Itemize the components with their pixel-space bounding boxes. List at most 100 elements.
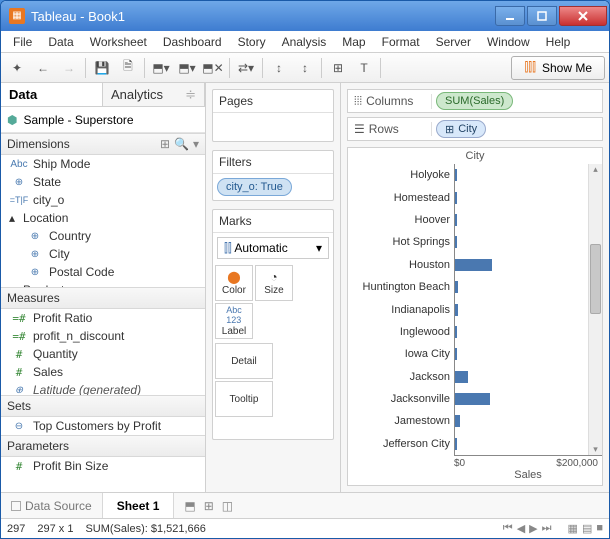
menu-data[interactable]: Data bbox=[40, 35, 81, 49]
bars-area[interactable] bbox=[454, 164, 588, 455]
bar-row[interactable] bbox=[455, 433, 588, 455]
bar[interactable] bbox=[455, 236, 457, 248]
bar-row[interactable] bbox=[455, 388, 588, 410]
rows-shelf[interactable]: ☰Rows ⊞City bbox=[347, 117, 603, 141]
search-icon[interactable]: 🔍 bbox=[174, 137, 189, 151]
param-profitbin[interactable]: #Profit Bin Size bbox=[1, 457, 205, 475]
bar-row[interactable] bbox=[455, 209, 588, 231]
bar[interactable] bbox=[455, 438, 457, 450]
row-label[interactable]: Homestead bbox=[348, 186, 454, 208]
view-full-icon[interactable]: ■ bbox=[596, 522, 603, 535]
bar-row[interactable] bbox=[455, 276, 588, 298]
view-data-icon[interactable]: ⊞ bbox=[160, 137, 170, 151]
nav-last-icon[interactable]: ⏭ bbox=[542, 522, 552, 535]
filter-pill-cityo[interactable]: city_o: True bbox=[217, 178, 292, 196]
new-dashboard-icon[interactable]: ⊞ bbox=[204, 499, 214, 513]
menu-analysis[interactable]: Analysis bbox=[274, 35, 335, 49]
meas-pnd[interactable]: =#profit_n_discount bbox=[1, 327, 205, 345]
titlebar[interactable]: ▦ Tableau - Book1 bbox=[1, 1, 609, 31]
menu-icon[interactable]: ▾ bbox=[193, 137, 199, 151]
dim-location[interactable]: ▴Location bbox=[1, 209, 205, 227]
logo-icon[interactable]: ✦ bbox=[5, 56, 29, 80]
bar-row[interactable] bbox=[455, 164, 588, 186]
dim-cityo[interactable]: =T|Fcity_o bbox=[1, 191, 205, 209]
columns-pill-sumsales[interactable]: SUM(Sales) bbox=[436, 92, 513, 110]
row-label[interactable]: Inglewood bbox=[348, 321, 454, 343]
row-label[interactable]: Jacksonville bbox=[348, 388, 454, 410]
menu-file[interactable]: File bbox=[5, 35, 40, 49]
menu-map[interactable]: Map bbox=[334, 35, 373, 49]
forward-button[interactable]: → bbox=[57, 56, 81, 80]
row-label[interactable]: Jefferson City bbox=[348, 433, 454, 455]
row-label[interactable]: Hoover bbox=[348, 209, 454, 231]
back-button[interactable]: ← bbox=[31, 56, 55, 80]
bar-row[interactable] bbox=[455, 231, 588, 253]
mark-type-dropdown[interactable]: ⫿⫿ Automatic▾ bbox=[217, 237, 329, 259]
minimize-button[interactable] bbox=[495, 6, 525, 26]
label-button[interactable]: T bbox=[352, 56, 376, 80]
new-worksheet-button[interactable]: ⬒▾ bbox=[149, 56, 173, 80]
bar-row[interactable] bbox=[455, 410, 588, 432]
group-button[interactable]: ⊞ bbox=[326, 56, 350, 80]
row-label[interactable]: Holyoke bbox=[348, 164, 454, 186]
mark-color[interactable]: ⬤Color bbox=[215, 265, 253, 301]
menu-server[interactable]: Server bbox=[428, 35, 479, 49]
menu-worksheet[interactable]: Worksheet bbox=[82, 35, 155, 49]
vertical-scrollbar[interactable]: ▴ ▾ bbox=[588, 164, 602, 455]
bar[interactable] bbox=[455, 304, 458, 316]
bar[interactable] bbox=[455, 371, 468, 383]
scroll-thumb[interactable] bbox=[590, 244, 601, 314]
meas-latitude[interactable]: ⊕Latitude (generated) bbox=[1, 381, 205, 395]
duplicate-button[interactable]: ⬒▾ bbox=[175, 56, 199, 80]
row-label[interactable]: Houston bbox=[348, 254, 454, 276]
view-grid-icon[interactable]: ▦ bbox=[568, 522, 578, 535]
new-worksheet-icon[interactable]: ⬒ bbox=[184, 499, 195, 513]
row-label[interactable]: Huntington Beach bbox=[348, 276, 454, 298]
datasource-tab[interactable]: Data Source bbox=[1, 493, 103, 518]
dim-country[interactable]: ⊕Country bbox=[1, 227, 205, 245]
menu-format[interactable]: Format bbox=[374, 35, 428, 49]
swap-button[interactable]: ⇄▾ bbox=[234, 56, 258, 80]
menu-dashboard[interactable]: Dashboard bbox=[155, 35, 230, 49]
dim-city[interactable]: ⊕City bbox=[1, 245, 205, 263]
dim-shipmode[interactable]: AbcShip Mode bbox=[1, 155, 205, 173]
tab-analytics[interactable]: Analytics≑ bbox=[103, 83, 205, 106]
bar[interactable] bbox=[455, 393, 490, 405]
clear-button[interactable]: ⬒✕ bbox=[201, 56, 225, 80]
mark-label[interactable]: Abc123Label bbox=[215, 303, 253, 339]
mark-tooltip[interactable]: Tooltip bbox=[215, 381, 273, 417]
dim-state[interactable]: ⊕State bbox=[1, 173, 205, 191]
row-label[interactable]: Jamestown bbox=[348, 410, 454, 432]
show-me-button[interactable]: ⫿⫿⫿ Show Me bbox=[511, 56, 605, 80]
row-label[interactable]: Iowa City bbox=[348, 343, 454, 365]
new-data-button[interactable]: 🗎 bbox=[116, 56, 140, 80]
meas-quantity[interactable]: #Quantity bbox=[1, 345, 205, 363]
view-list-icon[interactable]: ▤ bbox=[582, 522, 592, 535]
row-label[interactable]: Indianapolis bbox=[348, 298, 454, 320]
pages-shelf[interactable]: Pages bbox=[212, 89, 334, 142]
sort-desc-button[interactable]: ↕ bbox=[293, 56, 317, 80]
mark-detail[interactable]: Detail bbox=[215, 343, 273, 379]
meas-profitratio[interactable]: =#Profit Ratio bbox=[1, 309, 205, 327]
maximize-button[interactable] bbox=[527, 6, 557, 26]
set-topcustomers[interactable]: ⊖Top Customers by Profit bbox=[1, 417, 205, 435]
sheet1-tab[interactable]: Sheet 1 bbox=[103, 493, 175, 518]
menu-story[interactable]: Story bbox=[230, 35, 274, 49]
bar[interactable] bbox=[455, 169, 457, 181]
bar-row[interactable] bbox=[455, 366, 588, 388]
tab-data[interactable]: Data bbox=[1, 83, 103, 106]
rows-pill-city[interactable]: ⊞City bbox=[436, 120, 486, 138]
bar-row[interactable] bbox=[455, 298, 588, 320]
menu-help[interactable]: Help bbox=[538, 35, 579, 49]
datasource-row[interactable]: ⬢ Sample - Superstore bbox=[1, 107, 205, 133]
mark-size[interactable]: ◔Size bbox=[255, 265, 293, 301]
bar[interactable] bbox=[455, 281, 458, 293]
bar[interactable] bbox=[455, 259, 492, 271]
bar[interactable] bbox=[455, 214, 457, 226]
dim-postal[interactable]: ⊕Postal Code bbox=[1, 263, 205, 281]
menu-window[interactable]: Window bbox=[479, 35, 538, 49]
row-label[interactable]: Hot Springs bbox=[348, 231, 454, 253]
nav-prev-icon[interactable]: ◀ bbox=[517, 522, 525, 535]
nav-first-icon[interactable]: ⏮ bbox=[503, 522, 513, 535]
bar[interactable] bbox=[455, 348, 457, 360]
